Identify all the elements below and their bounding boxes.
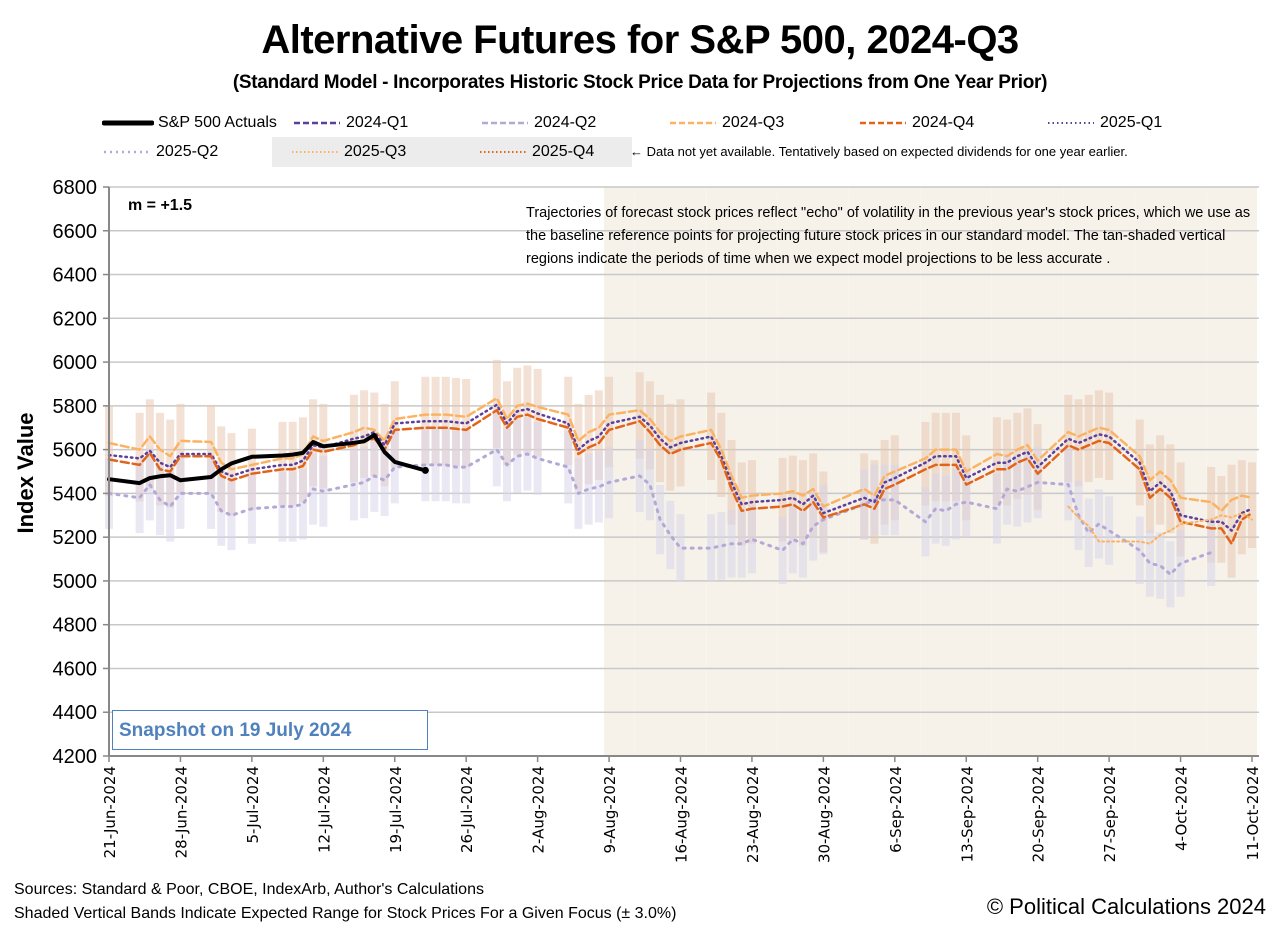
range-band-lower — [166, 471, 175, 542]
bands-note-text: Shaded Vertical Bands Indicate Expected … — [14, 905, 677, 922]
x-tick-label: 21-Jun-2024 — [101, 766, 119, 858]
x-tick-label: 16-Aug-2024 — [673, 766, 691, 863]
range-band-upper — [1248, 462, 1256, 548]
x-tick-label: 6-Sep-2024 — [887, 766, 905, 853]
actuals-endpoint — [421, 466, 429, 474]
y-tick-label: 5200 — [53, 527, 98, 549]
x-tick-label: 19-Jul-2024 — [387, 766, 405, 853]
y-tick-label: 6000 — [53, 352, 98, 374]
x-tick-label: 13-Sep-2024 — [958, 766, 976, 862]
range-band-upper — [1156, 435, 1165, 525]
y-tick-label: 5400 — [53, 483, 98, 505]
m-value-label: m = +1.5 — [128, 197, 193, 214]
x-tick-label: 23-Aug-2024 — [744, 766, 762, 863]
y-tick-label: 4400 — [53, 702, 98, 724]
y-tick-label: 6400 — [53, 265, 98, 287]
x-tick-label: 11-Oct-2024 — [1244, 766, 1262, 860]
x-tick-label: 20-Sep-2024 — [1030, 766, 1048, 862]
range-band-lower — [666, 500, 675, 570]
copyright: © Political Calculations 2024 — [986, 894, 1266, 919]
x-tick-label: 30-Aug-2024 — [815, 766, 833, 863]
range-band-upper — [1217, 475, 1226, 563]
x-tick-label: 4-Oct-2024 — [1173, 766, 1191, 851]
footer-sources: Sources: Standard & Poor, CBOE, IndexArb… — [14, 878, 676, 926]
y-tick-label: 5000 — [53, 571, 98, 593]
y-tick-label: 4600 — [53, 658, 98, 680]
x-tick-label: 27-Sep-2024 — [1101, 766, 1119, 862]
y-tick-label: 5600 — [53, 440, 98, 462]
range-band-lower — [1084, 498, 1093, 568]
y-tick-label: 4800 — [53, 615, 98, 637]
range-band-upper — [656, 394, 665, 483]
range-band-lower — [1166, 541, 1175, 608]
chart-plot: 4200 4400 4600 4800 5000 5200 5400 5600 5800 6000… — [53, 177, 1263, 863]
range-band-lower — [1145, 530, 1154, 597]
y-axis-title: Index Value — [13, 412, 38, 534]
y-tick-label: 6600 — [53, 221, 98, 243]
x-tick-label: 12-Jul-2024 — [315, 766, 333, 853]
x-tick-label: 26-Jul-2024 — [458, 766, 476, 853]
snapshot-box: Snapshot on 19 July 2024 — [112, 710, 428, 750]
sources-text: Sources: Standard & Poor, CBOE, IndexArb… — [14, 881, 484, 898]
x-tick-label: 5-Jul-2024 — [244, 766, 262, 843]
range-band-upper — [1227, 464, 1236, 578]
y-tick-label: 6800 — [53, 177, 98, 199]
range-band-lower — [645, 448, 654, 521]
x-tick-label: 28-Jun-2024 — [172, 766, 190, 858]
range-band-upper — [1237, 460, 1246, 555]
y-tick-label: 5800 — [53, 396, 98, 418]
y-tick-label: 6200 — [53, 308, 98, 330]
x-tick-label: 9-Aug-2024 — [601, 766, 619, 854]
y-tick-label: 4200 — [53, 746, 98, 768]
description-annotation: Trajectories of forecast stock prices re… — [526, 205, 1251, 267]
x-tick-label: 2-Aug-2024 — [530, 766, 548, 854]
range-band-lower — [1156, 532, 1165, 599]
